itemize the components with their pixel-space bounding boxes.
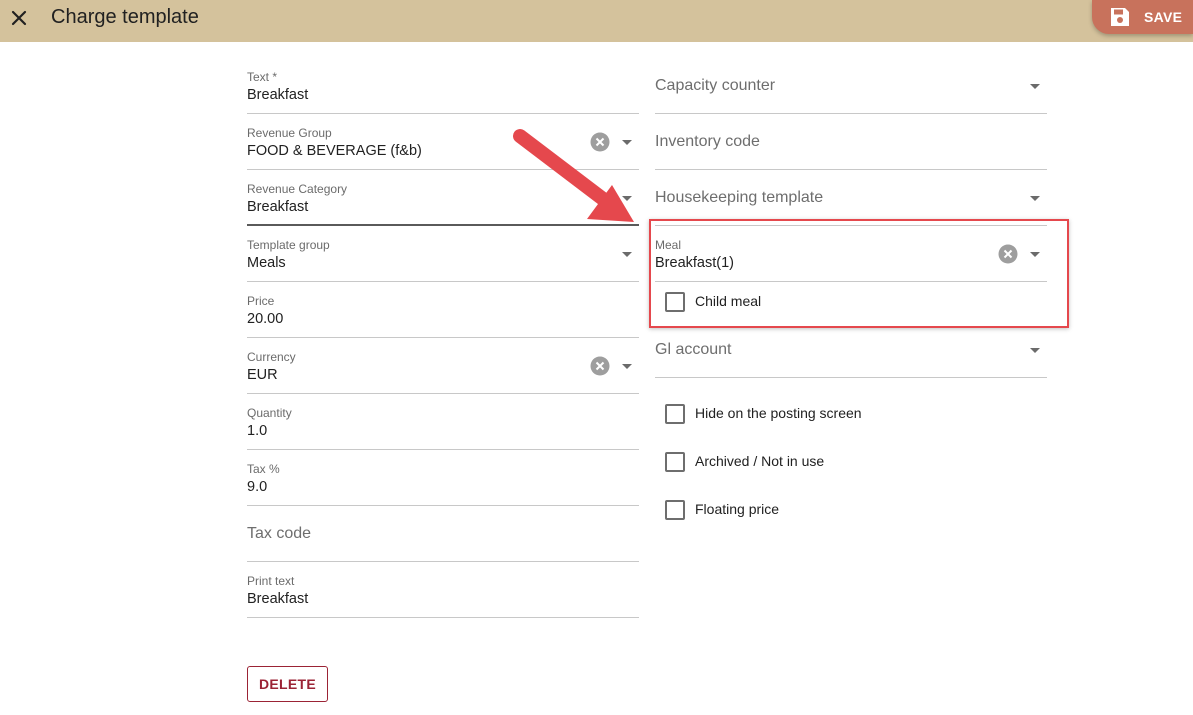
tax-code-placeholder: Tax code [247, 525, 312, 542]
print-text-label: Print text [247, 574, 295, 588]
quantity-label: Quantity [247, 406, 292, 420]
clear-icon[interactable] [998, 244, 1018, 264]
revenue-group-value: FOOD & BEVERAGE (f&b) [247, 143, 422, 159]
text-field-value: Breakfast [247, 87, 309, 103]
clear-icon[interactable] [590, 356, 610, 376]
page-title: Charge template [51, 6, 199, 28]
save-button[interactable]: SAVE [1092, 0, 1193, 34]
print-text-value: Breakfast [247, 591, 309, 607]
archived-label: Archived / Not in use [695, 453, 825, 469]
floating-price-label: Floating price [695, 501, 780, 517]
gl-account-placeholder: Gl account [655, 341, 732, 358]
child-meal-label: Child meal [695, 293, 762, 309]
print-text-field[interactable]: Print text Breakfast [247, 562, 639, 618]
chevron-down-icon[interactable] [622, 252, 632, 257]
clear-icon[interactable] [590, 132, 610, 152]
chevron-down-icon[interactable] [622, 140, 632, 145]
price-field[interactable]: Price 20.00 [247, 282, 639, 338]
chevron-down-icon[interactable] [622, 364, 632, 369]
child-meal-checkbox[interactable] [665, 292, 685, 312]
currency-value: EUR [247, 367, 278, 383]
tax-percent-value: 9.0 [247, 479, 268, 495]
tax-percent-field[interactable]: Tax % 9.0 [247, 450, 639, 506]
meal-value: Breakfast(1) [655, 255, 734, 271]
revenue-group-select[interactable]: Revenue Group FOOD & BEVERAGE (f&b) [247, 114, 639, 170]
floppy-disk-icon [1111, 8, 1129, 26]
save-button-label: SAVE [1144, 9, 1183, 25]
inventory-code-field[interactable]: Inventory code [655, 114, 1047, 170]
inventory-code-placeholder: Inventory code [655, 133, 760, 150]
meal-label: Meal [655, 238, 682, 252]
floating-price-checkbox[interactable] [665, 500, 685, 520]
housekeeping-template-placeholder: Housekeeping template [655, 189, 824, 206]
tax-percent-label: Tax % [247, 462, 280, 476]
tax-code-field[interactable]: Tax code [247, 506, 639, 562]
text-field-label: Text * [247, 70, 278, 84]
price-label: Price [247, 294, 275, 308]
archived-checkbox[interactable] [665, 452, 685, 472]
revenue-category-value: Breakfast [247, 199, 309, 215]
close-icon[interactable] [9, 8, 29, 28]
delete-button[interactable]: DELETE [247, 666, 328, 702]
currency-label: Currency [247, 350, 296, 364]
capacity-counter-select[interactable]: Capacity counter [655, 58, 1047, 114]
housekeeping-template-select[interactable]: Housekeeping template [655, 170, 1047, 226]
chevron-down-icon[interactable] [1030, 84, 1040, 89]
text-field[interactable]: Text * Breakfast [247, 58, 639, 114]
currency-select[interactable]: Currency EUR [247, 338, 639, 394]
hide-on-posting-checkbox[interactable] [665, 404, 685, 424]
delete-button-label: DELETE [258, 676, 317, 692]
archived-row[interactable]: Archived / Not in use [665, 451, 965, 473]
hide-on-posting-label: Hide on the posting screen [695, 405, 862, 421]
quantity-field[interactable]: Quantity 1.0 [247, 394, 639, 450]
revenue-category-select[interactable]: Revenue Category Breakfast [247, 170, 639, 226]
top-bar: Charge template SAVE [0, 0, 1193, 42]
template-group-label: Template group [247, 238, 330, 252]
revenue-category-label: Revenue Category [247, 182, 348, 196]
chevron-down-icon[interactable] [1030, 252, 1040, 257]
meal-select[interactable]: Meal Breakfast(1) [655, 226, 1047, 282]
child-meal-checkbox-row[interactable]: Child meal [665, 291, 965, 313]
price-value: 20.00 [247, 311, 284, 327]
template-group-select[interactable]: Template group Meals [247, 226, 639, 282]
chevron-down-icon[interactable] [622, 196, 632, 201]
capacity-counter-placeholder: Capacity counter [655, 77, 776, 94]
template-group-value: Meals [247, 255, 286, 271]
hide-on-posting-row[interactable]: Hide on the posting screen [665, 403, 965, 425]
chevron-down-icon[interactable] [1030, 196, 1040, 201]
floating-price-row[interactable]: Floating price [665, 499, 965, 521]
revenue-group-label: Revenue Group [247, 126, 332, 140]
gl-account-select[interactable]: Gl account [655, 334, 1047, 378]
chevron-down-icon[interactable] [1030, 348, 1040, 353]
quantity-value: 1.0 [247, 423, 268, 439]
